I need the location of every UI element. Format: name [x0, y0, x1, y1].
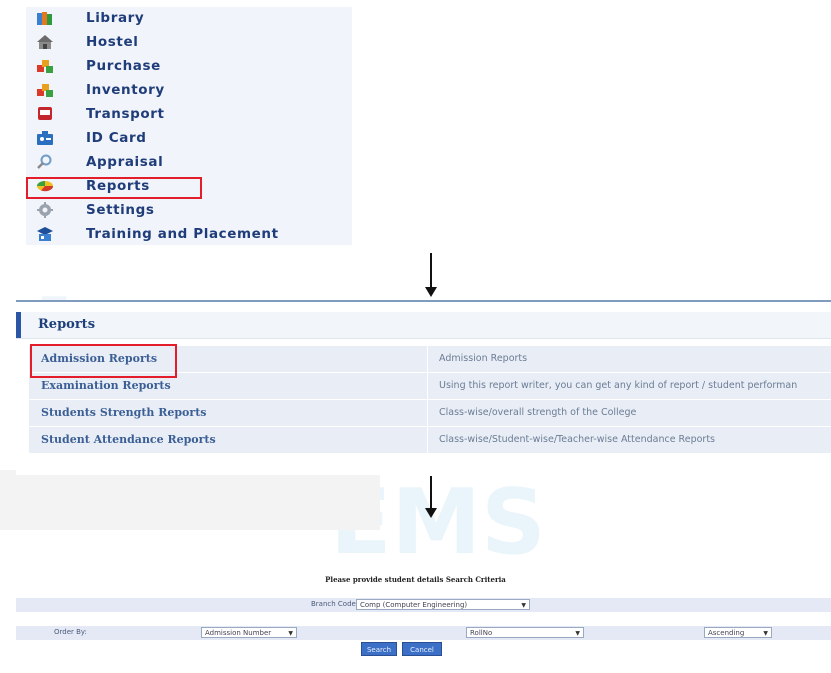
column-divider: [427, 427, 428, 453]
module-menu: Library Hostel Purchase Inventory Transp…: [26, 7, 352, 245]
menu-item-library[interactable]: Library: [26, 7, 352, 30]
menu-item-appraisal[interactable]: Appraisal: [26, 151, 352, 174]
report-description: Admission Reports: [439, 353, 528, 364]
menu-label: ID Card: [86, 130, 147, 146]
page-title: Reports: [38, 317, 96, 332]
flow-arrow: [425, 476, 437, 518]
chevron-down-icon: ▼: [521, 602, 526, 609]
chevron-down-icon: ▼: [575, 630, 580, 637]
column-divider: [427, 373, 428, 399]
cancel-button[interactable]: Cancel: [402, 642, 442, 656]
menu-item-transport[interactable]: Transport: [26, 103, 352, 126]
menu-label: Hostel: [86, 34, 139, 50]
graduation-icon: [36, 226, 54, 242]
id-card-icon: [36, 130, 54, 146]
menu-label: Appraisal: [86, 154, 164, 170]
menu-label: Transport: [86, 106, 165, 122]
order-field-select[interactable]: Admission Number ▼: [201, 627, 297, 638]
gear-icon: [36, 202, 54, 218]
report-row-attendance[interactable]: Student Attendance Reports Class-wise/St…: [29, 427, 831, 453]
report-description: Class-wise/Student-wise/Teacher-wise Att…: [439, 434, 715, 445]
order-field2-select[interactable]: RollNo ▼: [466, 627, 584, 638]
branch-label: Branch Code: [311, 600, 356, 608]
report-description: Using this report writer, you can get an…: [439, 380, 798, 391]
branch-select-value: Comp (Computer Engineering): [360, 601, 468, 609]
books-icon: [36, 10, 54, 26]
order-direction-value: Ascending: [708, 629, 745, 637]
reports-title-bar: Reports: [16, 312, 831, 339]
menu-label: Library: [86, 10, 145, 26]
form-heading: Please provide student details Search Cr…: [325, 575, 506, 584]
magnifier-icon: [36, 154, 54, 170]
chevron-down-icon: ▼: [288, 630, 293, 637]
column-divider: [427, 346, 428, 372]
report-link[interactable]: Examination Reports: [41, 379, 171, 392]
boxes-icon: [36, 58, 54, 74]
search-button[interactable]: Search: [361, 642, 397, 656]
menu-item-id-card[interactable]: ID Card: [26, 127, 352, 150]
report-row-students-strength[interactable]: Students Strength Reports Class-wise/ove…: [29, 400, 831, 426]
title-accent: [16, 312, 21, 338]
order-field-value: Admission Number: [205, 629, 272, 637]
menu-item-purchase[interactable]: Purchase: [26, 55, 352, 78]
order-direction-select[interactable]: Ascending ▼: [704, 627, 772, 638]
menu-label: Inventory: [86, 82, 165, 98]
order-row: Order By: Admission Number ▼ RollNo ▼ As…: [16, 626, 831, 640]
chevron-down-icon: ▼: [763, 630, 768, 637]
report-link[interactable]: Student Attendance Reports: [41, 433, 216, 446]
divider: [16, 300, 831, 302]
branch-select[interactable]: Comp (Computer Engineering) ▼: [356, 599, 530, 610]
menu-label: Settings: [86, 202, 155, 218]
reports-panel: Reports Admission Reports Admission Repo…: [16, 300, 831, 475]
flow-arrow: [425, 253, 437, 297]
column-divider: [427, 400, 428, 426]
reports-highlight-box: [26, 177, 202, 199]
menu-label: Purchase: [86, 58, 161, 74]
student-search-form: Please provide student details Search Cr…: [0, 570, 831, 673]
menu-item-settings[interactable]: Settings: [26, 199, 352, 222]
report-link[interactable]: Students Strength Reports: [41, 406, 206, 419]
menu-label: Training and Placement: [86, 226, 279, 242]
watermark-band: [0, 470, 380, 530]
report-description: Class-wise/overall strength of the Colle…: [439, 407, 637, 418]
order-label: Order By:: [54, 628, 87, 636]
menu-item-training-placement[interactable]: Training and Placement: [26, 223, 352, 246]
menu-item-hostel[interactable]: Hostel: [26, 31, 352, 54]
house-icon: [36, 34, 54, 50]
admission-highlight-box: [30, 344, 177, 378]
order-field2-value: RollNo: [470, 629, 493, 637]
boxes-icon: [36, 82, 54, 98]
menu-item-inventory[interactable]: Inventory: [26, 79, 352, 102]
branch-row: Branch Code Comp (Computer Engineering) …: [16, 598, 831, 612]
bus-icon: [36, 106, 54, 122]
